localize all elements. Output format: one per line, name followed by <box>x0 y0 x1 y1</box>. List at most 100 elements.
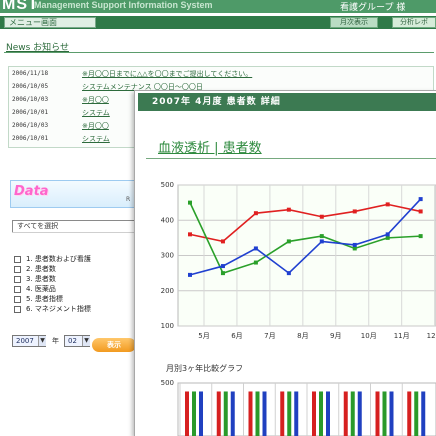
news-date: 2006/10/01 <box>12 135 49 142</box>
data-point <box>352 209 357 214</box>
y-tick-label: 500 <box>161 181 174 189</box>
chevron-down-icon[interactable]: ▼ <box>82 336 90 346</box>
indicator-label: 6. マネジメント指標 <box>26 305 91 313</box>
indicator-checkbox[interactable] <box>14 286 21 293</box>
indicator-checkbox[interactable] <box>14 296 21 303</box>
news-divider <box>4 52 434 53</box>
bar <box>375 391 380 436</box>
data-point <box>188 200 192 205</box>
x-tick-label: 9月 <box>330 332 341 340</box>
bar <box>294 391 299 436</box>
data-point <box>188 232 192 237</box>
chevron-down-icon[interactable]: ▼ <box>38 336 46 346</box>
y-tick-label: 200 <box>161 287 174 295</box>
indicator-checkbox[interactable] <box>14 256 21 263</box>
y-tick-label: 400 <box>161 216 174 224</box>
monthly-comparison-bar-chart: 500 <box>161 379 436 436</box>
data-point <box>220 271 225 276</box>
indicator-label: 1. 患者数および看護 <box>26 255 91 263</box>
data-point <box>319 214 324 219</box>
bar <box>255 391 260 436</box>
patient-count-line-chart: 100 200 300 400 500 5月 6月 7月 8月 9月 10月 11月 12月 <box>161 181 436 340</box>
news-link[interactable]: ※月〇〇 <box>82 121 109 131</box>
data-point <box>253 260 258 265</box>
data-point <box>352 242 357 247</box>
indicator-checkbox[interactable] <box>14 266 21 273</box>
y-tick-label: 100 <box>161 322 174 330</box>
display-button[interactable]: 表示 <box>92 338 136 352</box>
news-link[interactable]: ※月〇〇日までに△△を〇〇までご提出してください。 <box>82 69 252 79</box>
data-point <box>418 234 423 239</box>
user-group-label: 看護グループ 様 <box>340 3 406 13</box>
bar <box>262 391 267 436</box>
data-point <box>385 202 390 207</box>
data-point <box>253 211 258 216</box>
bar <box>223 391 228 436</box>
bar <box>421 391 426 436</box>
news-link[interactable]: システム <box>82 134 110 144</box>
news-link[interactable]: ※月〇〇 <box>82 95 109 105</box>
data-logo: Data <box>14 184 49 199</box>
bar <box>280 391 285 436</box>
brand-subtitle: Management Support Information System <box>34 0 213 10</box>
select-all-divider <box>12 232 136 233</box>
data-point <box>319 234 324 239</box>
menu-screen-link[interactable]: メニュー画面 <box>4 17 96 28</box>
y-tick-label: 300 <box>161 252 174 260</box>
popup-heading-divider <box>146 158 436 159</box>
bar <box>319 391 323 436</box>
monthly-display-button[interactable]: 月次表示 <box>330 17 378 28</box>
bar <box>199 391 203 436</box>
bar <box>192 391 196 436</box>
data-point <box>385 235 390 240</box>
bar <box>230 391 235 436</box>
data-point <box>286 271 291 276</box>
year-unit-label: 年 <box>52 337 59 345</box>
bar <box>287 391 292 436</box>
news-date: 2006/10/01 <box>12 109 49 116</box>
indicator-label: 3. 患者数 <box>26 275 56 283</box>
news-link[interactable]: システム <box>82 108 110 118</box>
y-tick-label: 500 <box>161 379 174 387</box>
popup-title-bar: 2007年 4月度 患者数 詳細 <box>138 93 436 111</box>
bar <box>407 391 412 436</box>
data-logo-mark: R <box>126 196 131 203</box>
x-tick-label: 12月 <box>427 332 436 340</box>
data-point <box>418 209 423 214</box>
data-point <box>385 232 390 237</box>
bar <box>389 391 394 436</box>
bar <box>343 391 348 436</box>
x-tick-label: 5月 <box>198 332 209 340</box>
news-date: 2006/10/03 <box>12 96 49 103</box>
data-point <box>188 272 192 277</box>
x-tick-label: 6月 <box>231 332 242 340</box>
data-point <box>418 197 423 202</box>
indicator-label: 4. 医薬品 <box>26 285 56 293</box>
data-point <box>220 264 225 269</box>
news-date: 2006/10/03 <box>12 122 49 129</box>
bar <box>326 391 330 436</box>
data-point <box>319 239 324 244</box>
indicator-checkbox[interactable] <box>14 276 21 283</box>
x-tick-label: 10月 <box>361 332 377 340</box>
bar <box>350 391 355 436</box>
bar <box>248 391 253 436</box>
indicator-label: 5. 患者指標 <box>26 295 63 303</box>
x-tick-label: 8月 <box>297 332 308 340</box>
bar <box>312 391 316 436</box>
bar <box>357 391 362 436</box>
indicator-checkbox[interactable] <box>14 306 21 313</box>
data-point <box>352 246 357 251</box>
analysis-report-button[interactable]: 分析レポ <box>392 17 436 28</box>
news-item: 2006/11/18 ※月〇〇日までに△△を〇〇までご提出してください。 <box>12 70 432 81</box>
news-date: 2006/11/18 <box>12 70 49 77</box>
x-tick-label: 7月 <box>264 332 275 340</box>
indicator-label: 2. 患者数 <box>26 265 56 273</box>
bar <box>382 391 387 436</box>
bar <box>216 391 221 436</box>
data-point <box>220 239 225 244</box>
data-point <box>253 246 258 251</box>
news-date: 2006/10/05 <box>12 83 49 90</box>
x-tick-label: 11月 <box>394 332 410 340</box>
bar <box>185 391 189 436</box>
